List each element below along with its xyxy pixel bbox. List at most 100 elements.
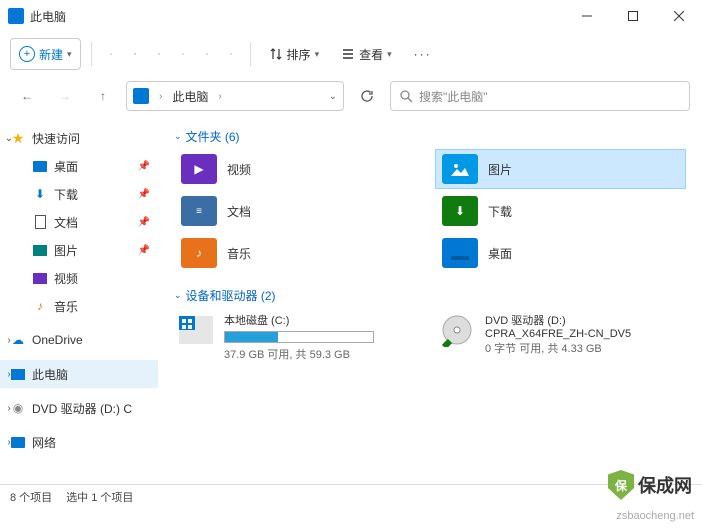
- drive-icon: [178, 312, 214, 348]
- drives-grid: 本地磁盘 (C:) 37.9 GB 可用, 共 59.3 GB DVD 驱动器 …: [174, 308, 686, 366]
- drive-name: 本地磁盘 (C:): [224, 312, 421, 328]
- section-label: 文件夹 (6): [186, 128, 240, 145]
- address-bar[interactable]: › 此电脑 › ⌄: [126, 81, 344, 111]
- minimize-button[interactable]: [564, 0, 610, 32]
- maximize-button[interactable]: [610, 0, 656, 32]
- branding-logo: 保 保成网: [608, 470, 692, 500]
- address-location: 此电脑: [172, 88, 208, 105]
- folder-documents[interactable]: ≡ 文档: [174, 191, 425, 231]
- sidebar-pictures[interactable]: 图片 📌: [0, 236, 158, 264]
- forward-button[interactable]: →: [50, 81, 80, 111]
- shield-icon: 保: [608, 470, 634, 500]
- separator: [91, 42, 92, 66]
- folder-label: 图片: [488, 161, 512, 178]
- folder-desktop[interactable]: 桌面: [435, 233, 686, 273]
- sidebar-this-pc[interactable]: › 此电脑: [0, 360, 158, 388]
- sidebar-dvd[interactable]: ›◉DVD 驱动器 (D:) CP: [0, 394, 158, 422]
- folder-downloads[interactable]: ⬇ 下载: [435, 191, 686, 231]
- sidebar-videos[interactable]: 视频: [0, 264, 158, 292]
- sidebar-quick-access[interactable]: ⌄ ★ 快速访问: [0, 124, 158, 152]
- folder-videos[interactable]: ▶视频: [174, 149, 425, 189]
- pin-icon: 📌: [138, 161, 150, 172]
- desktop-icon: [32, 158, 48, 174]
- more-button[interactable]: ···: [406, 38, 440, 70]
- sidebar-label: 此电脑: [32, 366, 68, 383]
- expand-icon[interactable]: ›: [2, 437, 16, 448]
- drive-progress: [224, 331, 374, 343]
- collapse-icon[interactable]: ⌄: [2, 133, 16, 144]
- paste-button[interactable]: [150, 45, 168, 63]
- pin-icon: 📌: [138, 189, 150, 200]
- view-button[interactable]: 查看 ▾: [333, 38, 400, 70]
- window-title: 此电脑: [30, 8, 564, 25]
- toolbar: + 新建 ▾ 排序 ▾ 查看 ▾ ···: [0, 32, 702, 76]
- folder-music[interactable]: ♪ 音乐: [174, 233, 425, 273]
- chevron-down-icon: ▾: [387, 49, 392, 60]
- expand-icon[interactable]: ›: [2, 403, 16, 414]
- main: ⌄ ★ 快速访问 桌面📌 ⬇下载📌 文档📌 图片📌 视频 ♪音乐 ›☁OneDr…: [0, 116, 702, 484]
- sidebar-desktop[interactable]: 桌面📌: [0, 152, 158, 180]
- delete-button[interactable]: [222, 45, 240, 63]
- sidebar-label: 快速访问: [32, 130, 80, 147]
- section-label: 设备和驱动器 (2): [186, 287, 276, 304]
- pin-icon: 📌: [138, 245, 150, 256]
- chevron-right-icon: ›: [159, 91, 162, 102]
- new-button[interactable]: + 新建 ▾: [10, 38, 81, 70]
- collapse-icon: ⌄: [174, 290, 182, 301]
- folder-label: 桌面: [488, 245, 512, 262]
- sidebar-documents[interactable]: 文档📌: [0, 208, 158, 236]
- plus-icon: +: [19, 46, 35, 62]
- search-box[interactable]: 搜索"此电脑": [390, 81, 690, 111]
- desktop-icon: [442, 238, 478, 268]
- sidebar-downloads[interactable]: ⬇下载📌: [0, 180, 158, 208]
- video-icon: [32, 270, 48, 286]
- up-button[interactable]: ↑: [88, 81, 118, 111]
- disc-icon: [439, 312, 475, 348]
- nav-row: ← → ↑ › 此电脑 › ⌄ 搜索"此电脑": [0, 76, 702, 116]
- download-icon: ⬇: [442, 196, 478, 226]
- folder-label: 音乐: [227, 245, 251, 262]
- chevron-down-icon[interactable]: ⌄: [329, 91, 337, 102]
- rename-button[interactable]: [174, 45, 192, 63]
- refresh-button[interactable]: [352, 81, 382, 111]
- sort-label: 排序: [287, 46, 311, 63]
- app-icon: [8, 8, 24, 24]
- music-icon: ♪: [181, 238, 217, 268]
- chevron-right-icon: ›: [218, 91, 221, 102]
- close-button[interactable]: [656, 0, 702, 32]
- drive-label: CPRA_X64FRE_ZH-CN_DV5: [485, 328, 682, 340]
- folders-section-header[interactable]: ⌄ 文件夹 (6): [174, 124, 686, 149]
- back-button[interactable]: ←: [12, 81, 42, 111]
- expand-icon[interactable]: ›: [2, 369, 16, 380]
- sidebar-label: 图片: [54, 242, 78, 259]
- document-icon: ≡: [181, 196, 217, 226]
- chevron-down-icon: ▾: [67, 49, 72, 60]
- new-label: 新建: [39, 46, 63, 63]
- sidebar-label: 网络: [32, 434, 56, 451]
- sidebar-onedrive[interactable]: ›☁OneDrive: [0, 326, 158, 354]
- item-count: 8 个项目: [10, 489, 52, 505]
- sidebar-music[interactable]: ♪音乐: [0, 292, 158, 320]
- folder-label: 文档: [227, 203, 251, 220]
- folder-pictures[interactable]: 图片: [435, 149, 686, 189]
- collapse-icon: ⌄: [174, 131, 182, 142]
- sort-button[interactable]: 排序 ▾: [261, 38, 328, 70]
- download-icon: ⬇: [32, 186, 48, 202]
- sidebar-label: DVD 驱动器 (D:) CP: [32, 400, 132, 417]
- drive-d[interactable]: DVD 驱动器 (D:) CPRA_X64FRE_ZH-CN_DV5 0 字节 …: [435, 308, 686, 366]
- view-icon: [341, 47, 355, 61]
- copy-button[interactable]: [126, 45, 144, 63]
- status-bar: 8 个项目 选中 1 个项目: [0, 484, 702, 508]
- share-button[interactable]: [198, 45, 216, 63]
- drives-section-header[interactable]: ⌄ 设备和驱动器 (2): [174, 283, 686, 308]
- pin-icon: 📌: [138, 217, 150, 228]
- cut-button[interactable]: [102, 45, 120, 63]
- picture-icon: [442, 154, 478, 184]
- expand-icon[interactable]: ›: [2, 335, 16, 346]
- drive-info: DVD 驱动器 (D:) CPRA_X64FRE_ZH-CN_DV5 0 字节 …: [485, 312, 682, 362]
- drive-c[interactable]: 本地磁盘 (C:) 37.9 GB 可用, 共 59.3 GB: [174, 308, 425, 366]
- picture-icon: [32, 242, 48, 258]
- folder-label: 下载: [488, 203, 512, 220]
- sidebar-network[interactable]: › 网络: [0, 428, 158, 456]
- folder-label: 视频: [227, 161, 251, 178]
